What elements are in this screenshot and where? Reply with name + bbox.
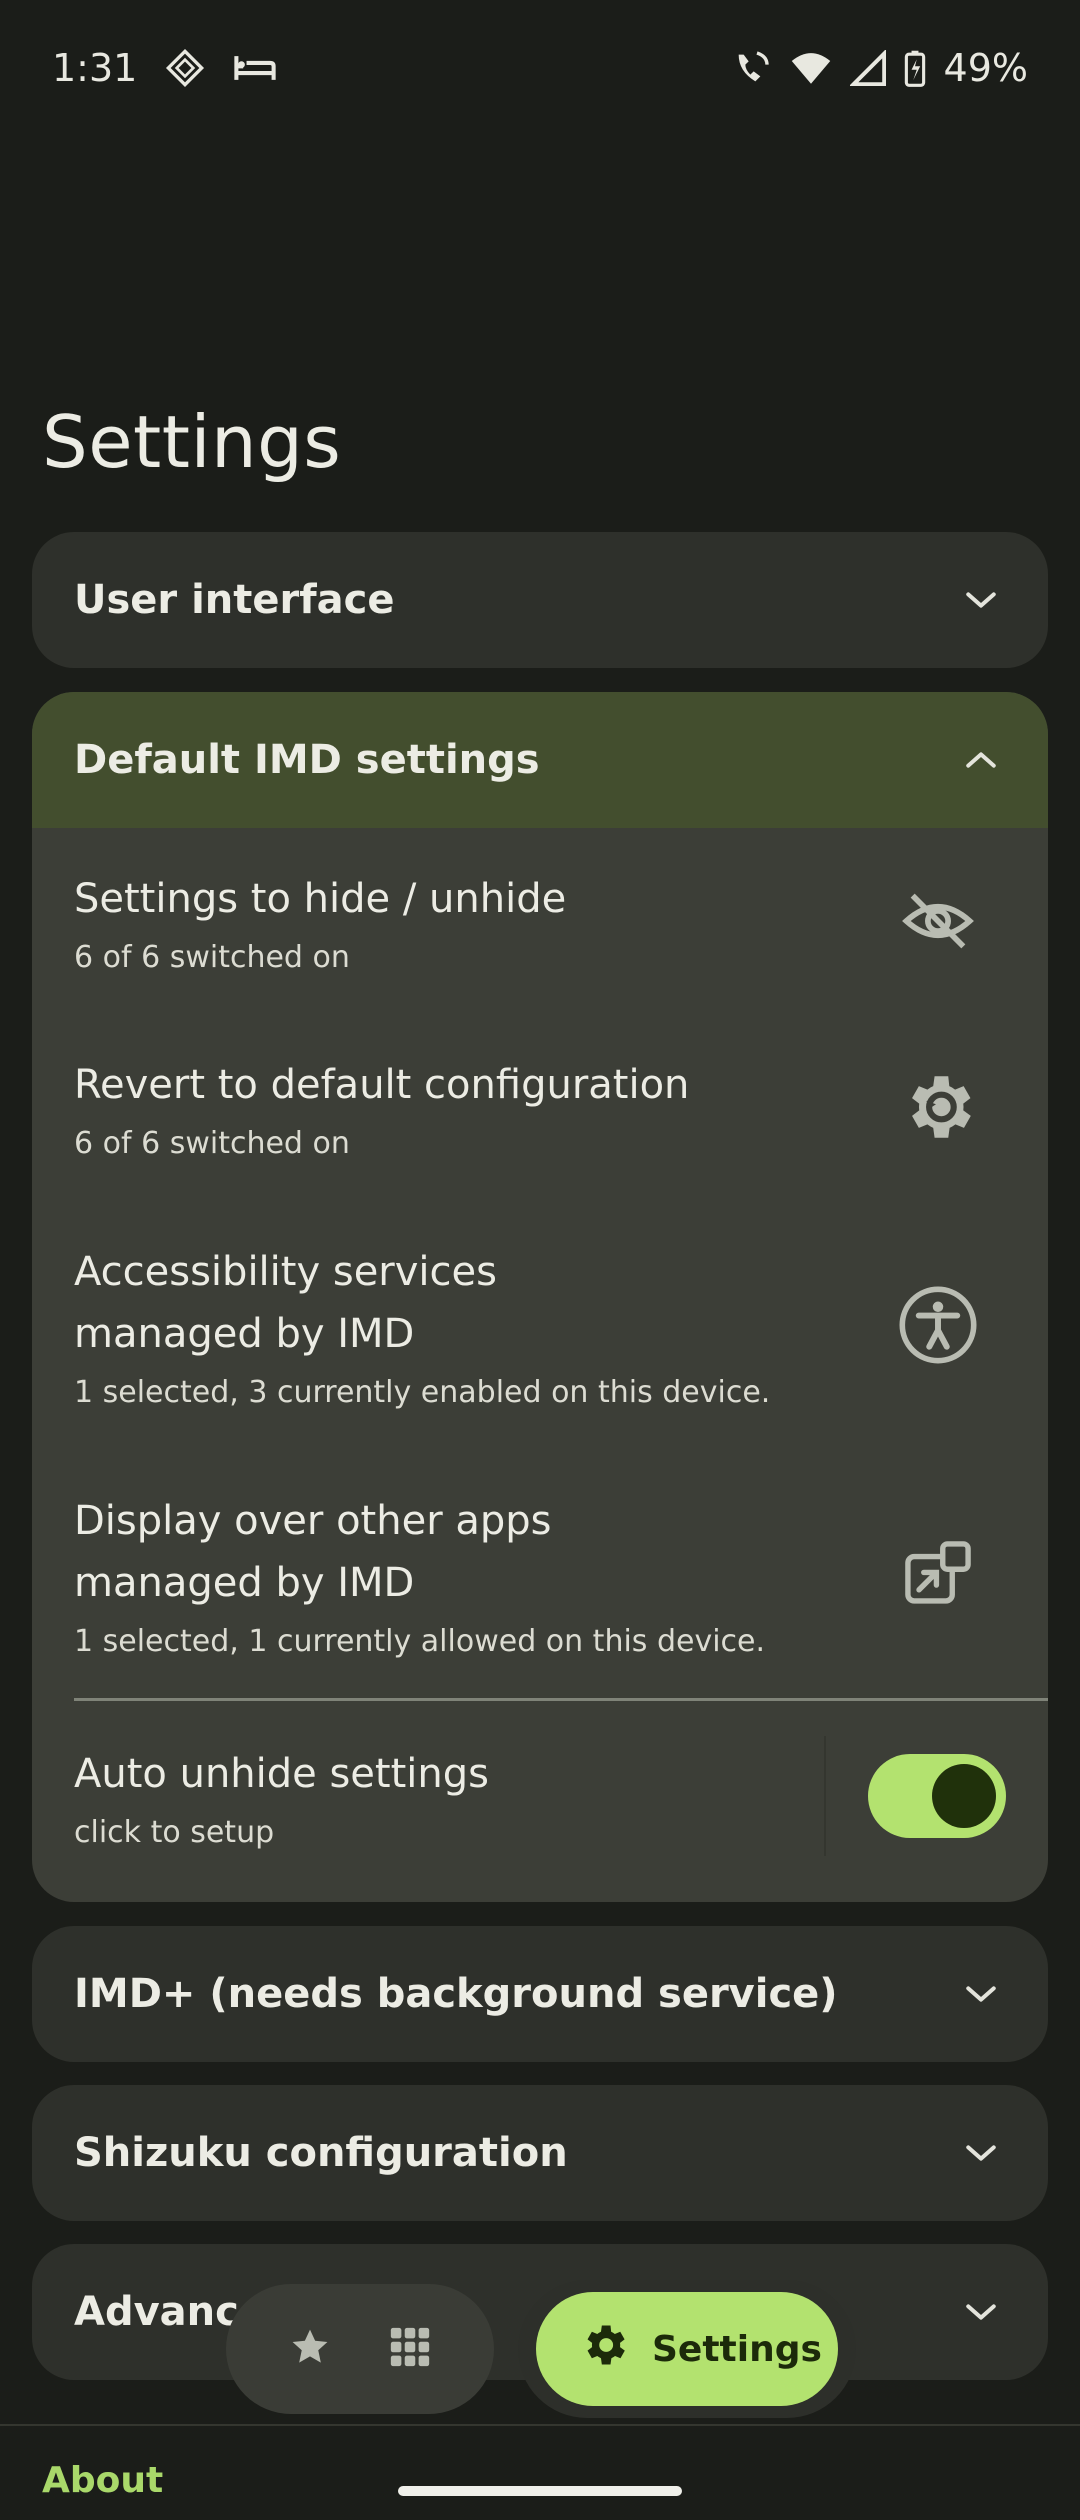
setting-title-line2: managed by IMD bbox=[74, 1310, 415, 1357]
section-label: Default IMD settings bbox=[74, 737, 540, 783]
open-in-window-icon bbox=[890, 1536, 986, 1612]
section-shizuku[interactable]: Shizuku configuration bbox=[32, 2085, 1048, 2221]
location-diamond-icon bbox=[165, 48, 205, 88]
section-imd-plus[interactable]: IMD+ (needs background service) bbox=[32, 1926, 1048, 2062]
apps-button[interactable] bbox=[370, 2309, 450, 2389]
section-header-imd-plus[interactable]: IMD+ (needs background service) bbox=[32, 1926, 1048, 2062]
status-bar: 1:31 49% bbox=[0, 0, 1080, 136]
battery-icon bbox=[904, 49, 926, 87]
chevron-down-icon bbox=[956, 1969, 1006, 2019]
setting-title-line1: Accessibility services bbox=[74, 1248, 497, 1295]
bed-icon bbox=[233, 50, 277, 86]
eye-off-icon bbox=[890, 883, 986, 959]
footer: About bbox=[0, 2424, 1080, 2520]
section-header-shizuku[interactable]: Shizuku configuration bbox=[32, 2085, 1048, 2221]
about-link[interactable]: About bbox=[42, 2460, 163, 2501]
toggle-knob bbox=[932, 1764, 996, 1828]
gear-restore-icon bbox=[890, 1066, 986, 1148]
gear-icon bbox=[578, 2319, 630, 2380]
setting-subtitle: 6 of 6 switched on bbox=[74, 1125, 350, 1161]
setting-accessibility-services[interactable]: Accessibility services managed by IMD 1 … bbox=[32, 1200, 1048, 1450]
setting-subtitle: 6 of 6 switched on bbox=[74, 939, 350, 975]
settings-nav-label: Settings bbox=[652, 2328, 822, 2370]
switch-separator bbox=[824, 1736, 826, 1856]
setting-subtitle: 1 selected, 3 currently enabled on this … bbox=[74, 1374, 771, 1410]
status-time: 1:31 bbox=[52, 46, 138, 90]
setting-display-over-apps[interactable]: Display over other apps managed by IMD 1… bbox=[32, 1450, 1048, 1698]
section-label: User interface bbox=[74, 577, 395, 623]
setting-title: Settings to hide / unhide bbox=[74, 875, 567, 922]
cell-signal-icon bbox=[849, 50, 886, 86]
section-header-user-interface[interactable]: User interface bbox=[32, 532, 1048, 668]
bottom-nav bbox=[226, 2284, 494, 2414]
home-indicator[interactable] bbox=[398, 2486, 682, 2496]
section-label: IMD+ (needs background service) bbox=[74, 1971, 838, 2017]
battery-percent: 49% bbox=[943, 46, 1028, 90]
setting-title: Revert to default configuration bbox=[74, 1061, 690, 1108]
grid-icon bbox=[387, 2324, 433, 2374]
chevron-down-icon bbox=[956, 2128, 1006, 2178]
chevron-down-icon bbox=[956, 575, 1006, 625]
section-header-default-imd[interactable]: Default IMD settings bbox=[32, 692, 1048, 828]
chevron-down-icon bbox=[956, 2287, 1006, 2337]
page-title: Settings bbox=[42, 400, 342, 484]
setting-title: Auto unhide settings bbox=[74, 1750, 489, 1797]
section-label: Shizuku configuration bbox=[74, 2130, 568, 2176]
settings-nav-button[interactable]: Settings bbox=[536, 2292, 838, 2406]
setting-hide-unhide[interactable]: Settings to hide / unhide 6 of 6 switche… bbox=[32, 828, 1048, 1014]
setting-revert-default[interactable]: Revert to default configuration 6 of 6 s… bbox=[32, 1014, 1048, 1200]
setting-title-line2: managed by IMD bbox=[74, 1559, 415, 1606]
setting-title-line1: Display over other apps bbox=[74, 1497, 552, 1544]
setting-auto-unhide[interactable]: Auto unhide settings click to setup bbox=[32, 1701, 1048, 1891]
auto-unhide-toggle[interactable] bbox=[868, 1754, 1006, 1838]
accessibility-icon bbox=[890, 1283, 986, 1367]
section-user-interface[interactable]: User interface bbox=[32, 532, 1048, 668]
setting-subtitle: click to setup bbox=[74, 1814, 275, 1850]
section-default-imd: Default IMD settings Settings to hide / … bbox=[32, 692, 1048, 1902]
favorites-button[interactable] bbox=[270, 2309, 350, 2389]
wifi-call-icon bbox=[732, 48, 772, 88]
wifi-icon bbox=[790, 50, 832, 86]
star-icon bbox=[288, 2325, 332, 2373]
chevron-up-icon bbox=[956, 735, 1006, 785]
setting-subtitle: 1 selected, 1 currently allowed on this … bbox=[74, 1623, 766, 1659]
